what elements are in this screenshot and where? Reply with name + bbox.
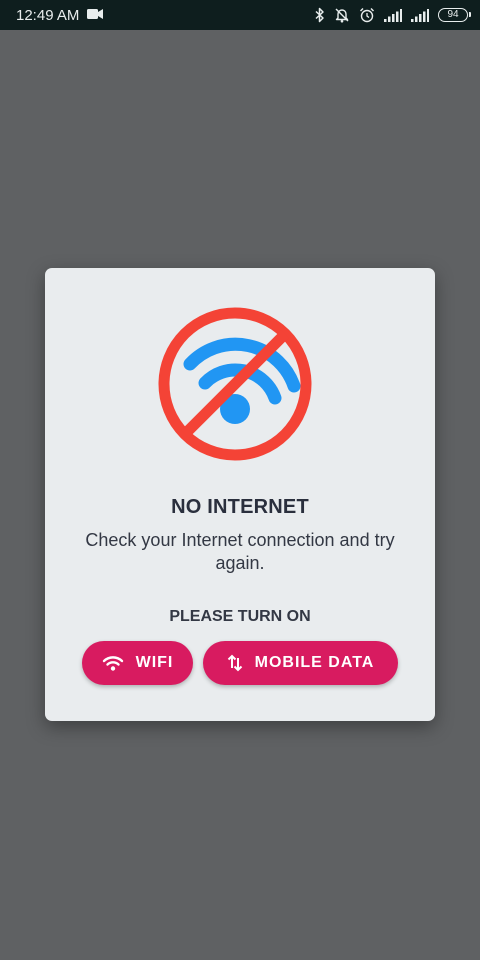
- status-right: 94: [315, 7, 471, 23]
- mobile-data-button[interactable]: MOBILE DATA: [203, 641, 398, 685]
- status-left: 12:49 AM: [16, 6, 104, 24]
- wifi-button-label: WIFI: [135, 654, 174, 671]
- dialog-title: NO INTERNET: [171, 496, 309, 518]
- mobile-data-button-label: MOBILE DATA: [254, 654, 375, 671]
- no-internet-dialog: NO INTERNET Check your Internet connecti…: [45, 268, 435, 721]
- signal-icon: [411, 8, 429, 22]
- wifi-icon: [102, 655, 124, 671]
- signal-icon: [384, 8, 402, 22]
- status-bar: 12:49 AM 94: [0, 0, 480, 30]
- wifi-button[interactable]: WIFI: [82, 641, 193, 685]
- battery-icon: 94: [438, 8, 471, 22]
- video-camera-icon: [87, 7, 104, 24]
- alarm-icon: [359, 7, 375, 23]
- no-wifi-icon: [157, 306, 313, 462]
- dialog-message: Check your Internet connection and try a…: [85, 530, 395, 573]
- turn-on-prompt: PLEASE TURN ON: [169, 608, 311, 625]
- status-time: 12:49 AM: [16, 6, 80, 24]
- notifications-off-icon: [334, 7, 350, 23]
- bluetooth-icon: [315, 7, 325, 23]
- data-transfer-icon: [227, 654, 243, 672]
